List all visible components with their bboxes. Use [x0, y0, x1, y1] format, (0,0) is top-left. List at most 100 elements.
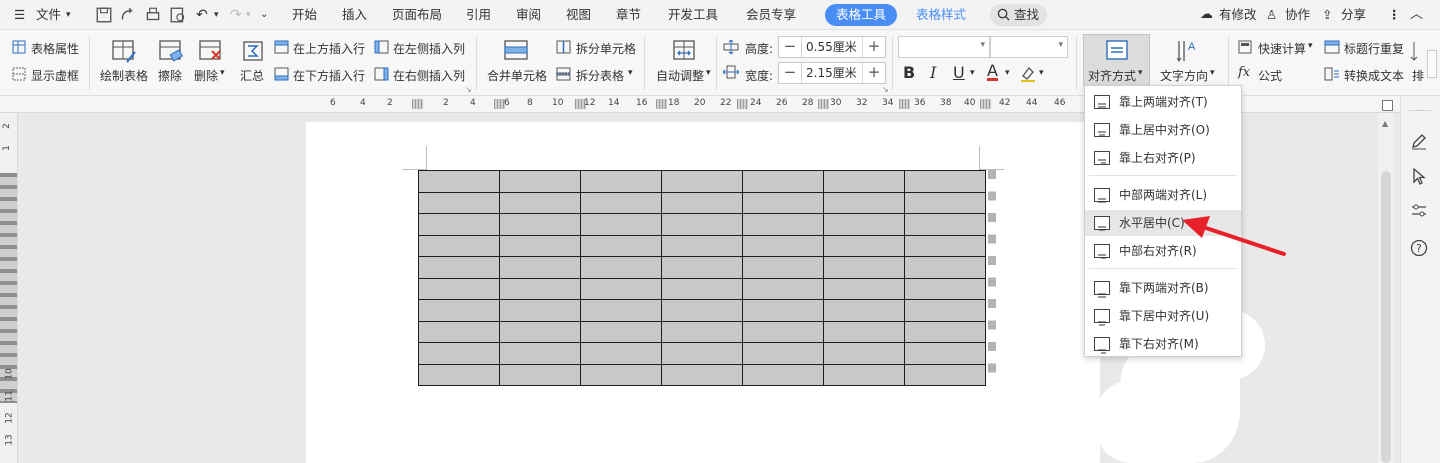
- table-cell[interactable]: [580, 277, 662, 300]
- summary-button[interactable]: 汇总: [240, 67, 264, 84]
- table-cell[interactable]: [661, 170, 743, 193]
- table-cell[interactable]: [499, 213, 581, 236]
- table-cell[interactable]: [580, 213, 662, 236]
- align-mode-button[interactable]: 对齐方式 ▾: [1083, 34, 1150, 86]
- table-cell[interactable]: [499, 234, 581, 257]
- chevron-down-icon[interactable]: ▾: [1210, 68, 1215, 78]
- collapse-ribbon-icon[interactable]: ︿: [1410, 0, 1423, 30]
- table-cell[interactable]: [418, 277, 500, 300]
- chevron-down-icon[interactable]: ▾: [706, 68, 711, 78]
- table-cell[interactable]: [742, 320, 824, 343]
- table-cell[interactable]: [499, 256, 581, 279]
- tab-home[interactable]: 开始: [292, 0, 317, 30]
- tab-insert[interactable]: 插入: [342, 0, 367, 30]
- table-cell[interactable]: [742, 234, 824, 257]
- table-cell[interactable]: [904, 299, 986, 322]
- table-row[interactable]: [418, 234, 986, 257]
- table-row[interactable]: [418, 191, 986, 214]
- table-cell[interactable]: [499, 363, 581, 386]
- table-row[interactable]: [418, 342, 986, 365]
- scroll-up-icon[interactable]: ▲: [1382, 119, 1388, 128]
- menu-item-align-bottom-justify[interactable]: 靠下两端对齐(B): [1085, 275, 1241, 301]
- table-row[interactable]: [418, 299, 986, 322]
- table-cell[interactable]: [418, 363, 500, 386]
- ribbon-scroll-right[interactable]: [1427, 50, 1437, 78]
- table-cell[interactable]: [580, 342, 662, 365]
- table-cell[interactable]: [742, 213, 824, 236]
- table-cell[interactable]: [499, 342, 581, 365]
- chevron-down-icon[interactable]: ▾: [1005, 68, 1010, 78]
- ruler-toggle-icon[interactable]: [1382, 100, 1393, 111]
- table-cell[interactable]: [499, 170, 581, 193]
- modified-status[interactable]: 有修改: [1219, 0, 1257, 30]
- tab-member[interactable]: 会员专享: [746, 0, 796, 30]
- table-cell[interactable]: [904, 342, 986, 365]
- vertical-scrollbar[interactable]: ▲: [1378, 113, 1394, 463]
- draw-table-button[interactable]: 绘制表格: [100, 67, 148, 84]
- table-cell[interactable]: [904, 363, 986, 386]
- share-button[interactable]: 分享: [1341, 0, 1366, 30]
- table-cell[interactable]: [823, 320, 905, 343]
- table-cell[interactable]: [742, 256, 824, 279]
- ruler-column-marker[interactable]: [656, 99, 667, 109]
- table-cell[interactable]: [742, 363, 824, 386]
- table-cell[interactable]: [499, 320, 581, 343]
- customize-quick-access-icon[interactable]: ⌄: [260, 0, 268, 30]
- table-cell[interactable]: [823, 170, 905, 193]
- highlighter-icon[interactable]: [1019, 64, 1037, 82]
- table-row[interactable]: [418, 320, 986, 343]
- tab-references[interactable]: 引用: [466, 0, 491, 30]
- ruler-column-marker[interactable]: [818, 99, 829, 109]
- height-stepper[interactable]: − 0.55厘米 +: [778, 36, 886, 58]
- document-table[interactable]: [418, 170, 986, 386]
- text-direction-button[interactable]: 文字方向: [1160, 67, 1208, 84]
- height-increment-button[interactable]: +: [863, 37, 885, 57]
- chevron-down-icon[interactable]: ▾: [1308, 41, 1313, 51]
- tab-table-tools[interactable]: 表格工具: [825, 4, 898, 26]
- table-row[interactable]: [418, 213, 986, 236]
- repeat-header-button[interactable]: 标题行重复: [1344, 40, 1404, 57]
- ruler-column-marker[interactable]: [737, 99, 748, 109]
- table-cell[interactable]: [904, 213, 986, 236]
- table-cell[interactable]: [823, 191, 905, 214]
- table-cell[interactable]: [661, 320, 743, 343]
- underline-button[interactable]: U: [953, 63, 965, 82]
- print-preview-icon[interactable]: [169, 6, 187, 24]
- table-cell[interactable]: [499, 299, 581, 322]
- table-cell[interactable]: [580, 363, 662, 386]
- dialog-launcher-icon[interactable]: ↘: [465, 85, 472, 94]
- table-row[interactable]: [418, 277, 986, 300]
- scrollbar-thumb[interactable]: [1381, 171, 1391, 463]
- tab-view[interactable]: 视图: [566, 0, 591, 30]
- height-decrement-button[interactable]: −: [779, 37, 801, 57]
- formula-button[interactable]: 公式: [1258, 67, 1282, 84]
- menu-item-align-top-justify[interactable]: 靠上两端对齐(T): [1085, 89, 1241, 115]
- split-cells-button[interactable]: 拆分单元格: [576, 40, 636, 57]
- font-color-button[interactable]: A: [987, 63, 998, 81]
- help-icon[interactable]: ?: [1410, 239, 1428, 257]
- table-cell[interactable]: [904, 277, 986, 300]
- table-cell[interactable]: [580, 170, 662, 193]
- adjust-settings-icon[interactable]: [1410, 202, 1428, 220]
- table-cell[interactable]: [904, 170, 986, 193]
- quick-calc-button[interactable]: 快速计算: [1258, 40, 1306, 57]
- table-cell[interactable]: [823, 299, 905, 322]
- erase-button[interactable]: 擦除: [158, 67, 182, 84]
- table-row[interactable]: [418, 363, 986, 386]
- collab-button[interactable]: 协作: [1285, 0, 1310, 30]
- dialog-launcher-icon[interactable]: ↘: [882, 85, 889, 94]
- convert-to-text-button[interactable]: 转换成文本: [1344, 67, 1404, 84]
- table-cell[interactable]: [661, 213, 743, 236]
- table-cell[interactable]: [742, 191, 824, 214]
- table-cell[interactable]: [661, 234, 743, 257]
- pen-icon[interactable]: [1410, 132, 1428, 150]
- tab-developer[interactable]: 开发工具: [668, 0, 718, 30]
- menu-item-align-top-center[interactable]: 靠上居中对齐(O): [1085, 117, 1241, 143]
- table-cell[interactable]: [742, 342, 824, 365]
- ruler-column-marker[interactable]: [412, 99, 423, 109]
- table-cell[interactable]: [418, 299, 500, 322]
- table-cell[interactable]: [580, 299, 662, 322]
- undo-icon[interactable]: ↶: [196, 0, 208, 30]
- italic-button[interactable]: I: [930, 63, 936, 82]
- ruler-column-marker[interactable]: [899, 99, 910, 109]
